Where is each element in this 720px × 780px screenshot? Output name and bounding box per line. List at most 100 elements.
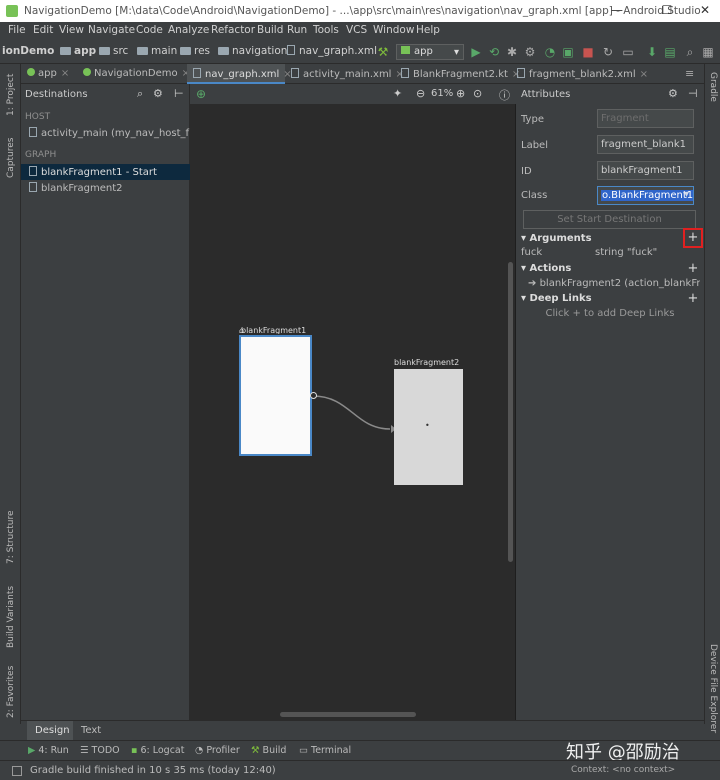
minimize-button[interactable]: — xyxy=(602,3,632,19)
label-field[interactable]: fragment_blank1 xyxy=(597,135,694,154)
project-structure-icon[interactable]: ▦ xyxy=(701,45,715,59)
menu-code[interactable]: Code xyxy=(136,24,163,36)
breadcrumb-project[interactable]: ionDemo xyxy=(2,45,54,57)
argument-value[interactable]: string "fuck" xyxy=(595,247,657,258)
project-tool-button[interactable]: 1: Project xyxy=(6,74,16,116)
structure-tool-button[interactable]: 7: Structure xyxy=(6,511,16,565)
folder-icon xyxy=(60,47,71,55)
destination-item[interactable]: blankFragment1 - Start xyxy=(21,164,190,180)
sdk-manager-icon[interactable]: ⬇ xyxy=(645,45,659,59)
navigation-graph-canvas[interactable]: ⊕ ✦ ⊖ 61% ⊕ ⊙ ⓘ blankFragment1 ⌂ blankFr… xyxy=(190,84,516,724)
argument-name[interactable]: fuck xyxy=(521,247,542,258)
type-label: Type xyxy=(521,114,544,125)
close-icon[interactable]: × xyxy=(61,68,69,79)
menu-tools[interactable]: Tools xyxy=(313,24,339,36)
run-config-select[interactable]: app ▾ xyxy=(396,44,464,60)
chevron-down-icon: ▾ xyxy=(453,47,459,58)
arguments-section-header[interactable]: ▾ Arguments xyxy=(521,233,592,244)
actions-section-header[interactable]: ▾ Actions xyxy=(521,263,571,274)
sync-icon[interactable]: ↻ xyxy=(601,45,615,59)
close-icon[interactable]: × xyxy=(640,69,648,80)
toggle-tool-windows-icon[interactable] xyxy=(12,766,22,776)
node-label: blankFragment2 xyxy=(394,358,460,367)
fragment-node[interactable] xyxy=(238,334,313,457)
search-icon[interactable]: ⌕ xyxy=(683,45,697,59)
class-select[interactable]: o.BlankFragment1 ▾ xyxy=(597,186,694,205)
tab-navigationdemo[interactable]: NavigationDemo × xyxy=(77,64,190,84)
tab-blankfragment2-kt[interactable]: BlankFragment2.kt × xyxy=(395,64,520,84)
profiler-icon: ◔ xyxy=(195,745,207,756)
logcat-tool-button[interactable]: ▪ 6: Logcat xyxy=(131,745,184,756)
menu-analyze[interactable]: Analyze xyxy=(168,24,209,36)
terminal-tool-button[interactable]: ▭ Terminal xyxy=(299,745,351,756)
destination-item[interactable]: blankFragment2 xyxy=(21,180,190,196)
breadcrumb-main[interactable]: main xyxy=(137,45,177,57)
profiler-tool-button[interactable]: ◔ Profiler xyxy=(195,745,240,756)
coverage-icon[interactable]: ▣ xyxy=(561,45,575,59)
hide-panel-icon[interactable]: ⊢ xyxy=(174,87,184,100)
id-field[interactable]: blankFragment1 xyxy=(597,161,694,180)
favorites-tool-button[interactable]: 2: Favorites xyxy=(6,666,16,718)
profile-icon[interactable]: ◔ xyxy=(543,45,557,59)
tab-activity-main[interactable]: activity_main.xml × xyxy=(285,64,404,84)
add-argument-button[interactable]: + xyxy=(683,228,703,248)
title-bar: NavigationDemo [M:\data\Code\Android\Nav… xyxy=(0,0,720,22)
run-icon[interactable]: ▶ xyxy=(469,45,483,59)
tab-app[interactable]: app × xyxy=(21,64,77,84)
avd-manager-icon[interactable]: ▭ xyxy=(621,45,635,59)
debug-icon[interactable]: ✱ xyxy=(505,45,519,59)
destination-label: blankFragment2 xyxy=(41,183,123,194)
stop-icon[interactable]: ■ xyxy=(581,45,595,59)
maximize-button[interactable]: ☐ xyxy=(652,3,682,19)
action-item[interactable]: ➔ blankFragment2 (action_blankFragm xyxy=(528,278,700,289)
menu-run[interactable]: Run xyxy=(287,24,307,36)
tab-fragment-blank2[interactable]: fragment_blank2.xml × xyxy=(511,64,648,84)
captures-tool-button[interactable]: Captures xyxy=(6,138,16,178)
add-action-button[interactable]: + xyxy=(687,262,699,275)
menu-refactor[interactable]: Refactor xyxy=(211,24,255,36)
breadcrumb-file[interactable]: nav_graph.xml xyxy=(287,45,377,57)
build-variants-tool-button[interactable]: Build Variants xyxy=(6,586,16,648)
add-deeplink-button[interactable]: + xyxy=(687,292,699,305)
menu-help[interactable]: Help xyxy=(416,24,440,36)
menu-vcs[interactable]: VCS xyxy=(346,24,367,36)
fragment-node[interactable]: • xyxy=(394,369,463,485)
breadcrumb-app[interactable]: app xyxy=(60,45,96,57)
menu-view[interactable]: View xyxy=(59,24,84,36)
breadcrumb-src[interactable]: src xyxy=(99,45,128,57)
host-item[interactable]: activity_main (my_nav_host_fragme xyxy=(21,125,190,141)
tab-text[interactable]: Text xyxy=(81,725,101,736)
apply-changes-icon[interactable]: ⟲ xyxy=(487,45,501,59)
close-button[interactable]: ✕ xyxy=(690,3,720,19)
hammer-icon[interactable]: ⚒ xyxy=(376,45,390,59)
gear-icon[interactable]: ⚙ xyxy=(153,87,163,100)
status-message: Gradle build finished in 10 s 35 ms (tod… xyxy=(30,765,276,776)
tab-design[interactable]: Design xyxy=(27,721,73,741)
todo-tool-button[interactable]: ☰ TODO xyxy=(80,745,120,756)
search-icon[interactable]: ⌕ xyxy=(137,87,143,101)
deeplinks-section-header[interactable]: ▾ Deep Links xyxy=(521,293,592,304)
vertical-scrollbar[interactable] xyxy=(508,262,513,562)
gear-icon[interactable]: ⚙ xyxy=(668,87,678,100)
breadcrumb-res[interactable]: res xyxy=(180,45,210,57)
menu-navigate[interactable]: Navigate xyxy=(88,24,135,36)
menu-build[interactable]: Build xyxy=(257,24,283,36)
device-explorer-tool-button[interactable]: Device File Explorer xyxy=(708,644,718,733)
horizontal-scrollbar[interactable] xyxy=(280,712,416,717)
arguments-header-label: Arguments xyxy=(529,233,592,244)
layout-inspector-icon[interactable]: ▤ xyxy=(663,45,677,59)
attach-icon[interactable]: ⚙ xyxy=(523,45,537,59)
menu-file[interactable]: File xyxy=(8,24,26,36)
breadcrumb-label: main xyxy=(151,45,178,57)
menu-edit[interactable]: Edit xyxy=(33,24,53,36)
build-tool-button[interactable]: ⚒ Build xyxy=(251,745,286,756)
action-handle[interactable] xyxy=(310,392,317,399)
gradle-tool-button[interactable]: Gradle xyxy=(708,72,718,102)
set-start-destination-button[interactable]: Set Start Destination xyxy=(523,210,696,229)
tab-list-icon[interactable]: ≡ xyxy=(685,67,694,80)
hide-panel-icon[interactable]: ⊣ xyxy=(688,87,698,100)
tab-nav-graph[interactable]: nav_graph.xml × xyxy=(187,64,292,84)
menu-window[interactable]: Window xyxy=(373,24,414,36)
breadcrumb-navigation[interactable]: navigation xyxy=(218,45,287,57)
run-tool-button[interactable]: ▶ 4: Run xyxy=(28,745,69,756)
